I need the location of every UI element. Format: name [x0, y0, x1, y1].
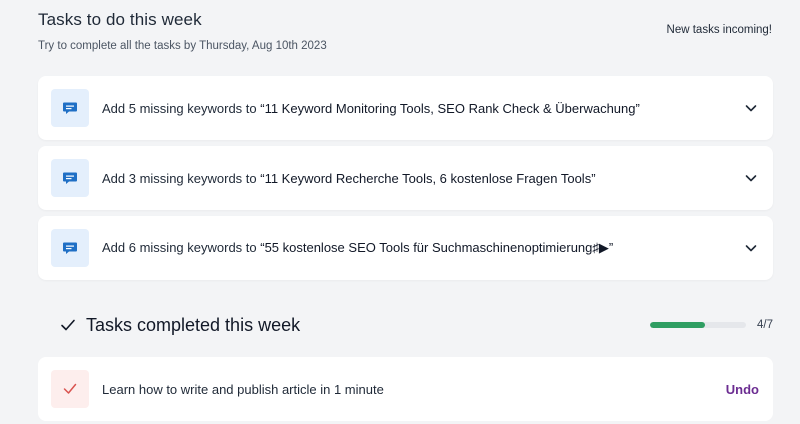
chevron-down-icon[interactable] [743, 240, 759, 256]
task-card-2[interactable]: Add 3 missing keywords to “11 Keyword Re… [38, 146, 773, 210]
task-prefix: Add 6 missing keywords to [102, 240, 261, 255]
new-tasks-notice: New tasks incoming! [666, 24, 772, 36]
undo-button[interactable]: Undo [726, 382, 759, 397]
progress-bar-fill [650, 322, 705, 328]
completed-section-title: Tasks completed this week [86, 314, 301, 335]
completed-task-label: Learn how to write and publish article i… [102, 381, 384, 397]
chevron-down-icon[interactable] [743, 100, 759, 116]
task-label: Add 3 missing keywords to “11 Keyword Re… [102, 171, 743, 186]
task-article-title: “11 Keyword Monitoring Tools, SEO Rank C… [260, 100, 640, 116]
completion-progress: 4/7 [650, 319, 773, 331]
task-prefix: Add 3 missing keywords to [102, 170, 261, 186]
completed-task-card: Learn how to write and publish article i… [38, 357, 773, 421]
checkmark-icon [51, 370, 89, 408]
task-card-3[interactable]: Add 6 missing keywords to “55 kostenlose… [38, 216, 773, 280]
task-article-title: “55 kostenlose SEO Tools für Suchmaschin… [260, 240, 614, 255]
task-prefix: Add 5 missing keywords to [102, 100, 261, 116]
task-label: Add 5 missing keywords to “11 Keyword Mo… [102, 101, 743, 116]
task-article-title: “11 Keyword Recherche Tools, 6 kostenlos… [260, 170, 596, 186]
task-card-1[interactable]: Add 5 missing keywords to “11 Keyword Mo… [38, 76, 773, 140]
page-title: Tasks to do this week [38, 10, 202, 29]
chat-bubble-icon [51, 89, 89, 127]
task-label: Add 6 missing keywords to “55 kostenlose… [102, 240, 743, 256]
checkmark-icon [60, 315, 80, 335]
completed-section-header: Tasks completed this week 4/7 [60, 312, 773, 338]
chat-bubble-icon [51, 229, 89, 267]
progress-bar-track [650, 322, 746, 328]
progress-count: 4/7 [757, 319, 773, 331]
chat-bubble-icon [51, 159, 89, 197]
chevron-down-icon[interactable] [743, 170, 759, 186]
weekly-tasks-header: Tasks to do this week Try to complete al… [38, 10, 772, 60]
deadline-subtitle: Try to complete all the tasks by Thursda… [38, 40, 327, 52]
task-list: Add 5 missing keywords to “11 Keyword Mo… [38, 76, 773, 286]
